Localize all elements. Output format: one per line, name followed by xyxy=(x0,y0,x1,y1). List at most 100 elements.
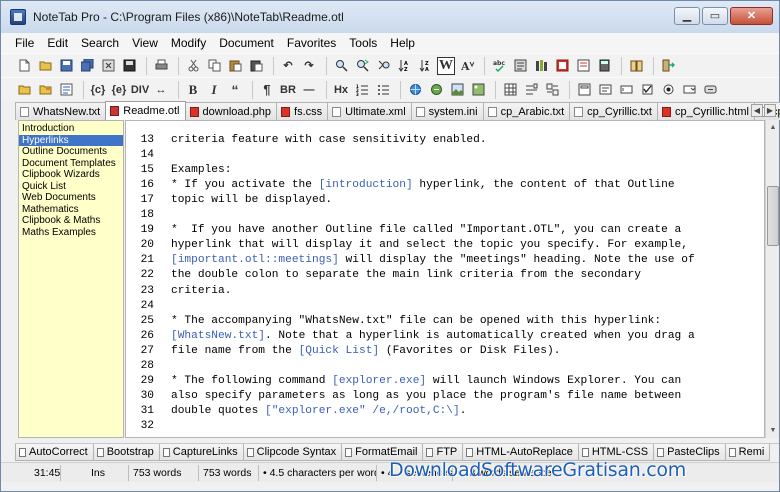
input-box-icon[interactable] xyxy=(617,81,635,99)
form-icon[interactable] xyxy=(575,81,593,99)
outline-item[interactable]: Mathematics xyxy=(19,204,123,216)
vertical-scrollbar[interactable]: ▲ ▼ xyxy=(765,120,779,438)
text-area-icon[interactable] xyxy=(596,81,614,99)
hyperlink[interactable]: [WhatsNew.txt] xyxy=(171,330,265,342)
menu-document[interactable]: Document xyxy=(219,36,274,50)
editor-line[interactable]: * If you activate the [introduction] hyp… xyxy=(171,178,675,193)
minimize-button[interactable]: ▁ xyxy=(674,7,700,25)
menu-edit[interactable]: Edit xyxy=(47,36,68,50)
sort-ascending-icon[interactable]: AZ xyxy=(395,57,413,75)
cut-icon[interactable] xyxy=(184,57,202,75)
editor-line[interactable]: double quotes ["explorer.exe" /e,/root,C… xyxy=(171,404,466,419)
tab-readme[interactable]: Readme.otl xyxy=(105,101,186,120)
clipbook-tab[interactable]: CaptureLinks xyxy=(158,444,244,461)
spell-check-icon[interactable]: abc xyxy=(490,57,508,75)
insert-tags-button[interactable]: {e} xyxy=(110,81,128,99)
find-icon[interactable] xyxy=(332,57,350,75)
outline-pane[interactable]: Introduction Hyperlinks Outline Documents D… xyxy=(18,120,124,438)
hyperlink[interactable]: [important.otl::meetings] xyxy=(171,254,339,266)
save-copy-icon[interactable] xyxy=(120,57,138,75)
clipbook-tab[interactable]: AutoCorrect xyxy=(15,444,94,461)
menu-search[interactable]: Search xyxy=(81,36,119,50)
bullet-list-icon[interactable] xyxy=(374,81,392,99)
editor-line[interactable]: * The accompanying "WhatsNew.txt" file c… xyxy=(171,314,661,329)
open-template-icon[interactable] xyxy=(36,81,54,99)
radio-button-icon[interactable] xyxy=(659,81,677,99)
clipbook-red-icon[interactable] xyxy=(553,57,571,75)
save-all-icon[interactable] xyxy=(78,57,96,75)
checkbox-icon[interactable] xyxy=(638,81,656,99)
globe-link-icon[interactable] xyxy=(406,81,424,99)
web-tools-icon[interactable] xyxy=(574,57,592,75)
replace-icon[interactable] xyxy=(374,57,392,75)
outline-item[interactable]: Outline Documents xyxy=(19,146,123,158)
book-icon[interactable] xyxy=(627,57,645,75)
anchor-link-icon[interactable] xyxy=(427,81,445,99)
outline-item[interactable]: Web Documents xyxy=(19,192,123,204)
save-icon[interactable] xyxy=(57,57,75,75)
scroll-down-icon[interactable]: ▼ xyxy=(767,424,779,437)
open-file-icon[interactable] xyxy=(15,81,33,99)
outline-item[interactable]: Introduction xyxy=(19,123,123,135)
close-button[interactable]: ✕ xyxy=(730,7,773,25)
line-break-button[interactable]: BR xyxy=(279,81,297,99)
editor-line[interactable]: the double colon to separate the main li… xyxy=(171,268,641,283)
menu-view[interactable]: View xyxy=(132,36,158,50)
submit-button-icon[interactable] xyxy=(701,81,719,99)
menu-tools[interactable]: Tools xyxy=(349,36,377,50)
menu-modify[interactable]: Modify xyxy=(171,36,206,50)
editor-line[interactable]: criteria. xyxy=(171,284,231,299)
tab-fs-css[interactable]: fs.css xyxy=(276,102,329,120)
tab-scroll-left-icon[interactable]: ◀ xyxy=(751,104,763,117)
paste-icon[interactable] xyxy=(226,57,244,75)
tab-whatsnew[interactable]: WhatsNew.txt xyxy=(15,102,107,120)
menu-favorites[interactable]: Favorites xyxy=(287,36,336,50)
italic-button[interactable]: I xyxy=(205,81,223,99)
horizontal-rule-button[interactable]: — xyxy=(300,81,318,99)
clipbook-tab[interactable]: Bootstrap xyxy=(92,444,160,461)
hyperlink[interactable]: [introduction] xyxy=(319,179,413,191)
outline-item[interactable]: Maths Examples xyxy=(19,227,123,239)
outline-item[interactable]: Hyperlinks xyxy=(19,134,123,146)
print-icon[interactable] xyxy=(152,57,170,75)
redo-icon[interactable]: ↷ xyxy=(300,57,318,75)
editor-line[interactable]: topic will be displayed. xyxy=(171,193,332,208)
html-page-icon[interactable] xyxy=(57,81,75,99)
calculator-icon[interactable] xyxy=(595,57,613,75)
thesaurus-icon[interactable] xyxy=(511,57,529,75)
paragraph-button[interactable]: ¶ xyxy=(258,81,276,99)
editor-pane[interactable]: 13 criteria feature with case sensitivity… xyxy=(125,120,765,438)
word-wrap-button[interactable]: W xyxy=(437,56,455,75)
menu-help[interactable]: Help xyxy=(390,36,415,50)
tab-cp-cyrillic-txt[interactable]: cp_Cyrillic.txt xyxy=(569,102,658,120)
div-button[interactable]: DIV xyxy=(131,81,149,99)
editor-line[interactable]: file name from the [Quick List] (Favorit… xyxy=(171,344,560,359)
title-bar[interactable]: NoteTab Pro - C:\Program Files (x86)\Not… xyxy=(1,1,779,33)
close-document-icon[interactable] xyxy=(99,57,117,75)
editor-line[interactable]: [important.otl::meetings] will display t… xyxy=(171,253,695,268)
scroll-up-icon[interactable]: ▲ xyxy=(767,121,779,134)
tab-cp-arabic[interactable]: cp_Arabic.txt xyxy=(482,102,571,120)
tab-scroll-right-icon[interactable]: ▶ xyxy=(764,104,776,117)
editor-line[interactable]: * If you have another Outline file calle… xyxy=(171,223,681,238)
notetab-app-icon[interactable] xyxy=(10,9,26,25)
undo-icon[interactable]: ↶ xyxy=(279,57,297,75)
scroll-thumb[interactable] xyxy=(767,186,779,246)
editor-line[interactable]: also specify parameters as long as you p… xyxy=(171,389,681,404)
open-folder-icon[interactable] xyxy=(36,57,54,75)
image-icon[interactable] xyxy=(448,81,466,99)
numbered-list-icon[interactable]: 123 xyxy=(353,81,371,99)
tab-cp-cyrillic-html[interactable]: cp_Cyrillic.html xyxy=(656,102,755,120)
clipbook-tab[interactable]: Remi xyxy=(724,444,771,461)
select-list-icon[interactable] xyxy=(680,81,698,99)
quote-button[interactable]: “ xyxy=(226,81,244,99)
editor-line[interactable]: Examples: xyxy=(171,163,231,178)
heading-button[interactable]: Hx xyxy=(332,81,350,99)
copy-icon[interactable] xyxy=(205,57,223,75)
exit-icon[interactable] xyxy=(659,57,677,75)
menu-file[interactable]: File xyxy=(15,36,34,50)
outline-item[interactable]: Quick List xyxy=(19,181,123,193)
table-cell-icon[interactable] xyxy=(543,81,561,99)
editor-line[interactable]: * The following command [explorer.exe] w… xyxy=(171,374,681,389)
editor-line[interactable]: [WhatsNew.txt]. Note that a hyperlink is… xyxy=(171,329,695,344)
